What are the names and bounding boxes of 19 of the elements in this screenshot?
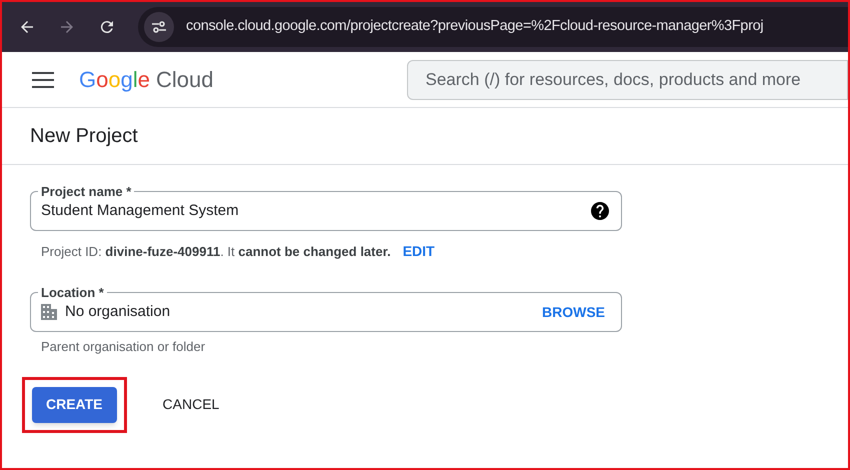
browse-button[interactable]: BROWSE <box>542 302 605 322</box>
menu-icon[interactable] <box>32 72 54 88</box>
address-bar[interactable]: console.cloud.google.com/projectcreate?previousPage=%2Fcloud-resource-manager%3Fproj <box>138 7 848 47</box>
project-name-input[interactable]: Student Management System <box>41 200 591 222</box>
building-icon <box>41 304 57 320</box>
search-field[interactable]: Search (/) for resources, docs, products and more <box>406 60 848 100</box>
edit-link[interactable]: EDIT <box>402 241 435 262</box>
forward-arrow-icon[interactable] <box>58 18 76 36</box>
url-text: console.cloud.google.com/projectcreate?previousPage=%2Fcloud-resource-manager%3Fproj <box>186 17 764 36</box>
page-title: New Project <box>30 124 138 149</box>
location-value: No organisation <box>65 302 172 322</box>
reload-icon[interactable] <box>98 18 116 36</box>
cancel-button[interactable]: CANCEL <box>148 386 234 422</box>
google-cloud-logo[interactable]: Google Cloud <box>79 63 214 96</box>
site-settings-icon[interactable] <box>144 12 174 42</box>
project-id-hint: Project ID: divine-fuze-409911. It cannot be changed later. <box>41 242 391 261</box>
create-button[interactable]: CREATE <box>32 386 117 422</box>
location-hint: Parent organisation or folder <box>41 338 206 356</box>
help-icon[interactable] <box>591 202 609 220</box>
